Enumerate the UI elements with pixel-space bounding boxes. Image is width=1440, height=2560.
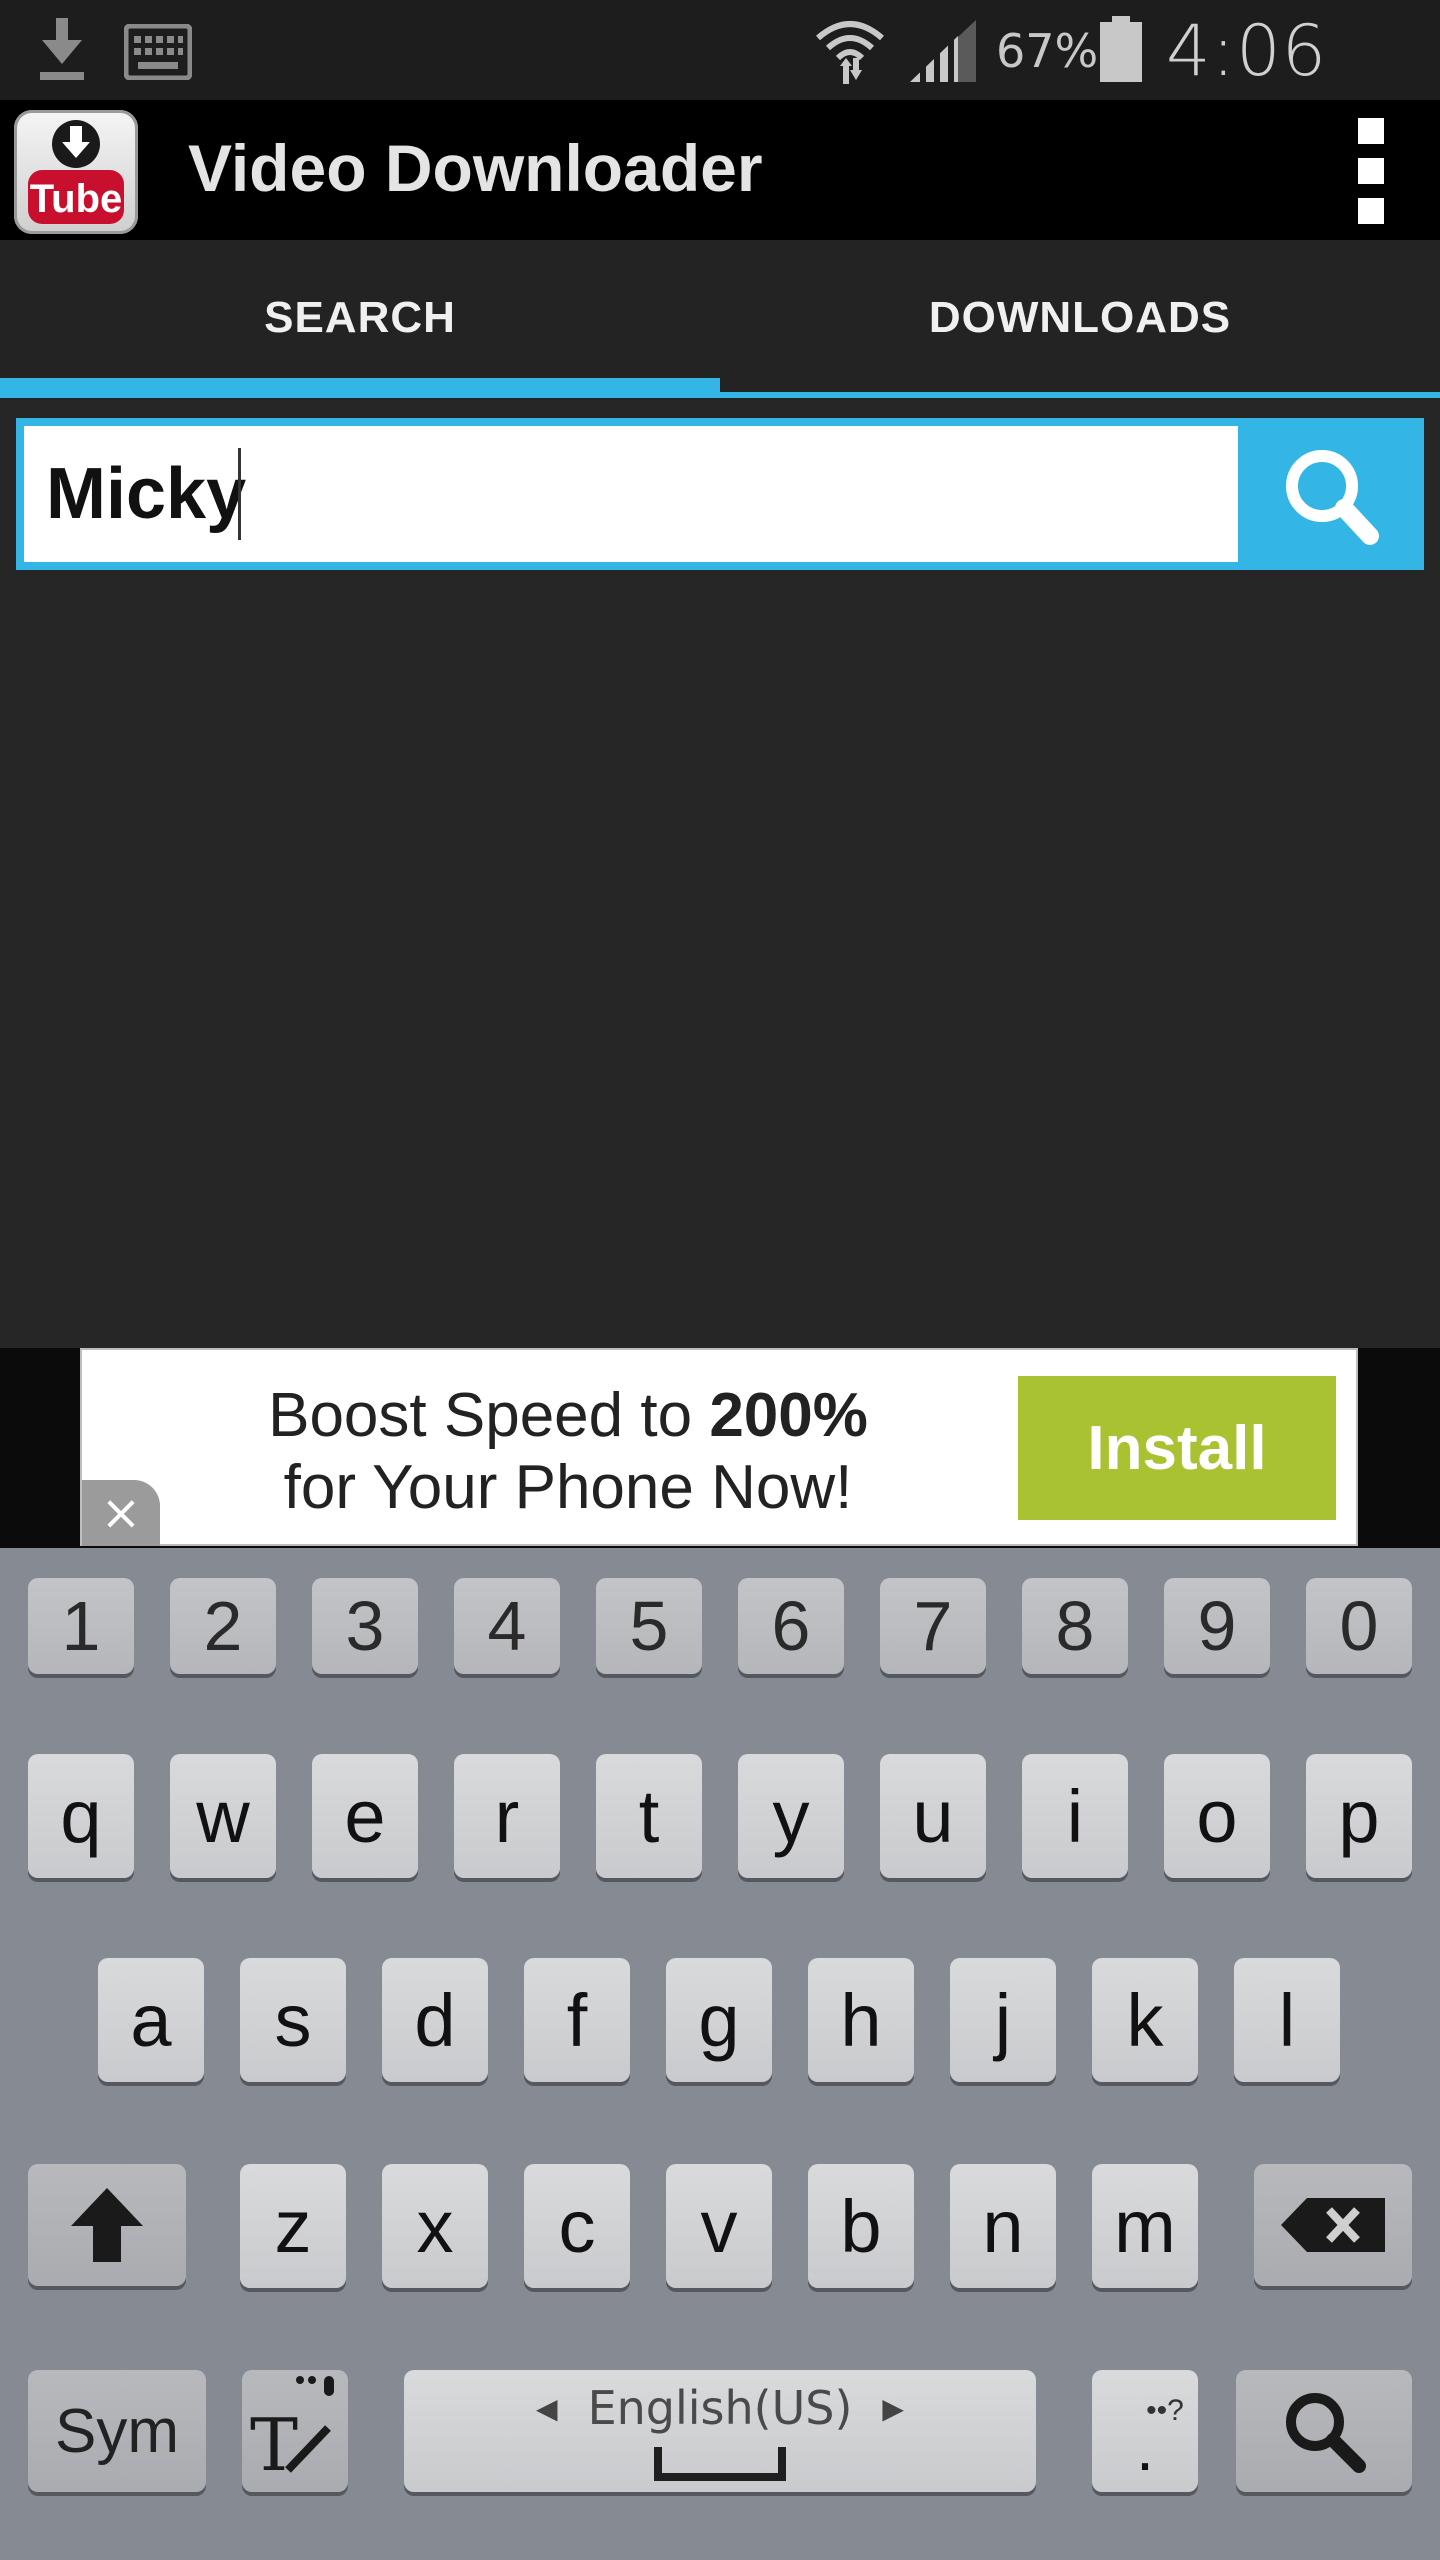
key-5[interactable]: 5	[596, 1578, 702, 1674]
key-1[interactable]: 1	[28, 1578, 134, 1674]
status-bar: 67% 4:06 PM	[0, 0, 1440, 174]
key-h[interactable]: h	[808, 1958, 914, 2082]
tab-underline	[720, 392, 1440, 398]
key-q[interactable]: q	[28, 1754, 134, 1878]
tab-search[interactable]: SEARCH	[0, 240, 720, 396]
key-a[interactable]: a	[98, 1958, 204, 2082]
key-w[interactable]: w	[170, 1754, 276, 1878]
key-y[interactable]: y	[738, 1754, 844, 1878]
period-label: .	[1136, 2412, 1154, 2484]
key-handwriting-voice[interactable]: T	[242, 2370, 348, 2492]
key-4[interactable]: 4	[454, 1578, 560, 1674]
key-e[interactable]: e	[312, 1754, 418, 1878]
app-title: Video Downloader	[188, 131, 763, 205]
key-m[interactable]: m	[1092, 2164, 1198, 2288]
key-backspace[interactable]	[1254, 2164, 1412, 2286]
key-7[interactable]: 7	[880, 1578, 986, 1674]
backspace-icon	[1281, 2198, 1385, 2252]
action-bar: Tube Video Downloader	[0, 100, 1440, 240]
keyboard-notification-icon	[124, 24, 192, 80]
svg-text:Tube: Tube	[30, 177, 123, 221]
language-right-icon: ▶	[882, 2391, 904, 2425]
key-r[interactable]: r	[454, 1754, 560, 1878]
key-space[interactable]: ◀ English(US) ▶	[404, 2370, 1036, 2492]
ad-close-button[interactable]: ×	[82, 1480, 160, 1546]
search-bar	[16, 418, 1424, 570]
key-j[interactable]: j	[950, 1958, 1056, 2082]
keyboard: Sym T ◀ English(US) ▶ ••? . 1 2 3 4 5 6 …	[0, 1548, 1440, 2560]
key-s[interactable]: s	[240, 1958, 346, 2082]
key-3[interactable]: 3	[312, 1578, 418, 1674]
key-p[interactable]: p	[1306, 1754, 1412, 1878]
ad-banner[interactable]: Boost Speed to 200% for Your Phone Now! …	[80, 1348, 1358, 1546]
key-u[interactable]: u	[880, 1754, 986, 1878]
text-caret	[238, 448, 241, 540]
language-indicator: ◀ English(US) ▶	[536, 2381, 904, 2435]
search-input[interactable]	[24, 426, 1238, 562]
signal-icon	[910, 20, 976, 82]
ad-install-button[interactable]: Install	[1018, 1376, 1336, 1520]
key-0[interactable]: 0	[1306, 1578, 1412, 1674]
ad-text: Boost Speed to 200% for Your Phone Now!	[198, 1380, 938, 1524]
key-sym-label: Sym	[55, 2396, 179, 2466]
language-label: English(US)	[587, 2381, 853, 2435]
key-6[interactable]: 6	[738, 1578, 844, 1674]
key-n[interactable]: n	[950, 2164, 1056, 2288]
overflow-menu-icon[interactable]	[1346, 118, 1396, 226]
key-f[interactable]: f	[524, 1958, 630, 2082]
key-t[interactable]: t	[596, 1754, 702, 1878]
ad-line2: for Your Phone Now!	[283, 1453, 853, 1522]
text-mic-icon: T	[250, 2376, 334, 2487]
ad-line1: Boost Speed to	[268, 1381, 710, 1450]
battery-icon	[1100, 16, 1142, 82]
tab-downloads[interactable]: DOWNLOADS	[720, 240, 1440, 396]
key-2[interactable]: 2	[170, 1578, 276, 1674]
key-k[interactable]: k	[1092, 1958, 1198, 2082]
shift-icon	[71, 2188, 143, 2262]
search-button[interactable]	[1238, 418, 1424, 570]
search-icon	[1286, 450, 1379, 545]
key-period[interactable]: ••? .	[1092, 2370, 1198, 2492]
ad-line1-bold: 200%	[709, 1381, 868, 1450]
app-root: { "status_bar": { "battery_percent": "67…	[0, 0, 1440, 2560]
app-logo[interactable]: Tube	[14, 110, 138, 234]
tab-bar: SEARCH DOWNLOADS	[0, 240, 1440, 400]
key-l[interactable]: l	[1234, 1958, 1340, 2082]
svg-text:T: T	[250, 2403, 298, 2487]
key-9[interactable]: 9	[1164, 1578, 1270, 1674]
key-search[interactable]	[1236, 2370, 1412, 2492]
tab-selected-indicator	[0, 378, 720, 398]
key-x[interactable]: x	[382, 2164, 488, 2288]
key-shift[interactable]	[28, 2164, 186, 2286]
wifi-icon	[816, 21, 884, 84]
language-left-icon: ◀	[536, 2391, 558, 2425]
key-8[interactable]: 8	[1022, 1578, 1128, 1674]
key-i[interactable]: i	[1022, 1754, 1128, 1878]
key-d[interactable]: d	[382, 1958, 488, 2082]
key-z[interactable]: z	[240, 2164, 346, 2288]
download-notification-icon	[40, 18, 84, 80]
key-v[interactable]: v	[666, 2164, 772, 2288]
battery-percent: 67%	[996, 24, 1099, 78]
tube-logo-icon: Tube	[28, 120, 124, 224]
space-bar-icon	[654, 2447, 786, 2481]
key-g[interactable]: g	[666, 1958, 772, 2082]
key-b[interactable]: b	[808, 2164, 914, 2288]
key-sym[interactable]: Sym	[28, 2370, 206, 2492]
search-icon	[1286, 2393, 1366, 2473]
key-o[interactable]: o	[1164, 1754, 1270, 1878]
key-c[interactable]: c	[524, 2164, 630, 2288]
